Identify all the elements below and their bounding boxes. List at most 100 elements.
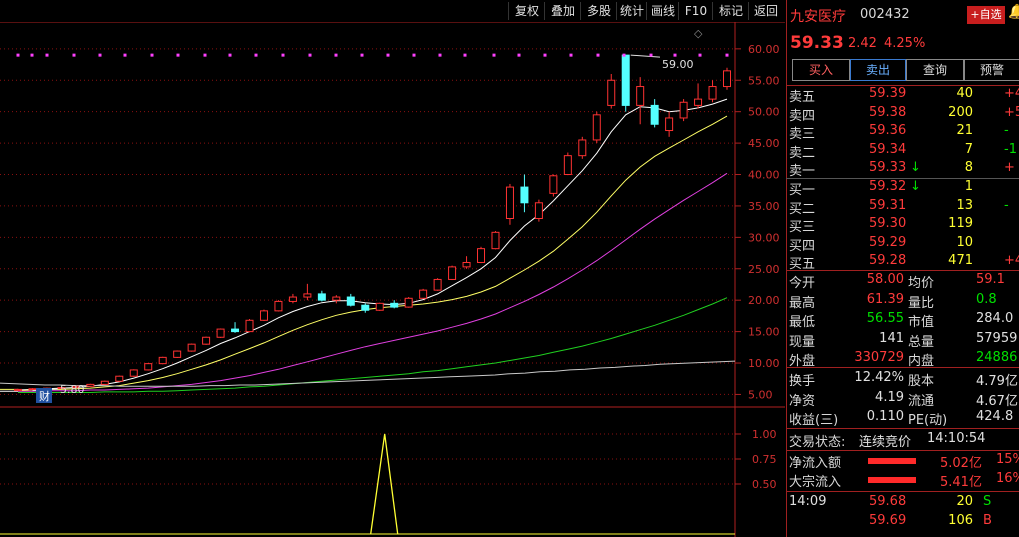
quote-panel: 九安医疗 002432 +自选 🔔 59.33 2.42 4.25% 买入 卖出… <box>786 0 1019 537</box>
candlestick[interactable] <box>100 380 109 386</box>
candlestick[interactable] <box>621 54 630 112</box>
candlestick[interactable] <box>86 383 95 387</box>
bid-label: 买二 <box>789 201 816 217</box>
statistics-button[interactable]: 统计 <box>616 2 647 20</box>
signal-dot <box>203 53 207 57</box>
candlestick[interactable] <box>115 375 124 382</box>
bid-label: 买四 <box>789 238 816 254</box>
ask-row[interactable]: 卖二 59.34 7 -1 <box>786 142 1019 162</box>
candlestick[interactable] <box>549 174 558 197</box>
ask-delta: + <box>1004 160 1015 175</box>
candlestick[interactable] <box>129 369 138 377</box>
add-watchlist-button[interactable]: +自选 <box>967 6 1005 24</box>
ask-volume: 8 <box>964 160 973 175</box>
bid-volume: 471 <box>948 253 973 268</box>
down-arrow-icon: ↓ <box>910 179 921 194</box>
candlestick[interactable] <box>679 99 688 122</box>
bid-row[interactable]: 买三 59.30 119 <box>786 216 1019 236</box>
candlestick[interactable] <box>245 319 254 333</box>
ask-price: 59.39 <box>869 86 907 101</box>
multi-stock-button[interactable]: 多股 <box>580 2 617 20</box>
candlestick[interactable] <box>491 231 500 250</box>
ask-label: 卖五 <box>789 90 816 105</box>
signal-dot <box>150 53 154 57</box>
candlestick[interactable] <box>187 343 196 352</box>
signal-dot <box>254 53 258 57</box>
candlestick[interactable] <box>14 388 22 391</box>
candlestick[interactable] <box>592 111 601 144</box>
flow-value: 5.41亿 <box>940 475 982 490</box>
candlestick[interactable] <box>216 328 225 338</box>
candlestick[interactable] <box>723 67 731 90</box>
query-button[interactable]: 查询 <box>906 59 964 81</box>
stat-label: 股本 <box>908 374 935 389</box>
ask-row[interactable]: 卖三 59.36 21 - <box>786 123 1019 143</box>
signal-dot <box>45 53 49 57</box>
signal-dot <box>98 53 102 57</box>
finance-mark[interactable]: 财 <box>39 389 50 403</box>
bid-row[interactable]: 买一 59.32 1 ↓ <box>786 179 1019 199</box>
stat-label: 现量 <box>789 334 816 350</box>
ask-label: 卖四 <box>789 108 816 124</box>
price-tick-label: 55.00 <box>748 74 780 87</box>
candlestick[interactable] <box>433 278 442 291</box>
candlestick[interactable] <box>158 356 167 365</box>
candlestick[interactable] <box>375 302 384 311</box>
ask-row[interactable]: 卖四 59.38 200 +5 <box>786 105 1019 125</box>
candlestick[interactable] <box>202 336 211 345</box>
signal-dot <box>438 53 442 57</box>
tick-volume: 20 <box>956 494 973 509</box>
sell-button[interactable]: 卖出 <box>850 59 906 81</box>
ask-price: 59.34 <box>869 141 907 157</box>
candlestick[interactable] <box>144 363 153 371</box>
low-price-label: 5.80 <box>60 383 85 396</box>
candlestick[interactable] <box>259 309 268 321</box>
stat-value: 59.1 <box>976 272 1005 287</box>
tick-side: B <box>983 513 992 528</box>
trade-status-value: 连续竞价 <box>859 435 912 450</box>
signal-dot <box>698 53 702 57</box>
ask-row[interactable]: 卖一 59.33 8 + ↓ <box>786 160 1019 180</box>
candlestick[interactable] <box>505 183 514 225</box>
overlay-button[interactable]: 叠加 <box>544 2 581 20</box>
mark-button[interactable]: 标记 <box>712 2 749 20</box>
bid-row[interactable]: 买二 59.31 13 - <box>786 198 1019 218</box>
down-arrow-icon: ↓ <box>910 160 921 175</box>
back-button[interactable]: 返回 <box>748 2 783 20</box>
stat-label: 收益(三) <box>789 413 839 428</box>
stock-code: 002432 <box>860 7 910 22</box>
candlestick[interactable] <box>419 288 428 299</box>
signal-dot <box>569 53 573 57</box>
stat-value: 330729 <box>854 350 904 365</box>
candlestick[interactable] <box>477 246 486 264</box>
stat-label: 均价 <box>908 276 935 291</box>
fund-flow-row: 净流入额 5.02亿 15% <box>786 452 1019 472</box>
candlestick[interactable] <box>28 388 37 391</box>
ask-label: 卖三 <box>789 127 816 142</box>
price-tick-label: 45.00 <box>748 137 780 150</box>
bid-row[interactable]: 买四 59.29 10 <box>786 235 1019 255</box>
alert-button[interactable]: 预警 <box>964 59 1019 81</box>
f10-button[interactable]: F10 <box>678 2 713 20</box>
signal-dot <box>596 53 600 57</box>
ask-row[interactable]: 卖五 59.39 40 +4 <box>786 86 1019 106</box>
bell-icon[interactable]: 🔔 <box>1008 4 1019 20</box>
draw-line-button[interactable]: 画线 <box>646 2 679 20</box>
signal-dot <box>386 53 390 57</box>
candlestick[interactable] <box>173 350 182 358</box>
restore-rights-button[interactable]: 复权 <box>508 2 545 20</box>
candlestick[interactable] <box>563 152 572 176</box>
candlestick[interactable] <box>274 300 283 312</box>
stat-label: 流通 <box>908 393 935 409</box>
fund-flow-row: 大宗流入 5.41亿 16% <box>786 471 1019 491</box>
ask-price: 59.33 <box>869 160 907 175</box>
signal-dot <box>463 53 467 57</box>
candlestick[interactable] <box>448 265 457 281</box>
kline-chart[interactable]: 60.00 55.00 50.00 45.00 40.00 35.00 30.00 25.00… <box>0 22 785 537</box>
candlestick[interactable] <box>578 136 587 159</box>
candlestick[interactable] <box>534 199 543 222</box>
ask-delta: -1 <box>1004 141 1017 157</box>
buy-button[interactable]: 买入 <box>792 59 850 81</box>
diamond-icon[interactable]: ◇ <box>694 27 703 40</box>
candlestick[interactable] <box>404 297 413 308</box>
